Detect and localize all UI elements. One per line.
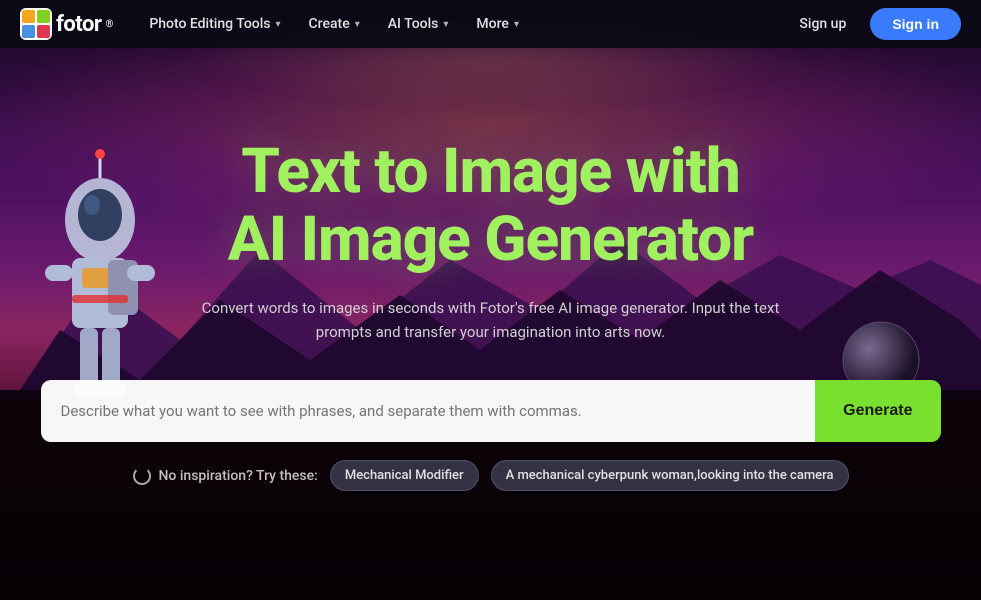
hero-subtitle: Convert words to images in seconds with … — [201, 296, 781, 344]
nav-items: Photo Editing Tools ▾ Create ▾ AI Tools … — [137, 10, 779, 38]
navbar: fotor ® Photo Editing Tools ▾ Create ▾ AI… — [0, 0, 981, 48]
hero-title: Text to Image with AI Image Generator — [228, 138, 753, 274]
nav-create[interactable]: Create ▾ — [297, 10, 372, 38]
chevron-down-icon: ▾ — [443, 19, 448, 30]
logo-registered: ® — [105, 19, 113, 30]
generate-button[interactable]: Generate — [815, 380, 940, 442]
nav-ai-tools[interactable]: AI Tools ▾ — [376, 10, 461, 38]
logo-wordmark: fotor — [56, 12, 101, 37]
chevron-down-icon: ▾ — [355, 19, 360, 30]
search-container: Generate — [41, 380, 941, 442]
logo[interactable]: fotor ® — [20, 8, 113, 40]
prompt-input[interactable] — [61, 402, 796, 420]
inspiration-label: No inspiration? Try these: — [133, 467, 318, 485]
chevron-down-icon: ▾ — [276, 19, 281, 30]
search-input-wrapper — [41, 380, 816, 442]
refresh-icon[interactable] — [133, 467, 151, 485]
signin-button[interactable]: Sign in — [870, 8, 961, 40]
suggestion-tag-1[interactable]: A mechanical cyberpunk woman,looking int… — [491, 460, 849, 491]
hero-content: Text to Image with AI Image Generator Co… — [0, 48, 981, 600]
nav-more[interactable]: More ▾ — [464, 10, 531, 38]
nav-photo-editing[interactable]: Photo Editing Tools ▾ — [137, 10, 292, 38]
suggestion-tag-0[interactable]: Mechanical Modifier — [330, 460, 479, 491]
nav-actions: Sign up Sign in — [787, 8, 961, 40]
chevron-down-icon: ▾ — [514, 19, 519, 30]
signup-button[interactable]: Sign up — [787, 10, 858, 38]
inspiration-row: No inspiration? Try these: Mechanical Mo… — [133, 460, 849, 491]
